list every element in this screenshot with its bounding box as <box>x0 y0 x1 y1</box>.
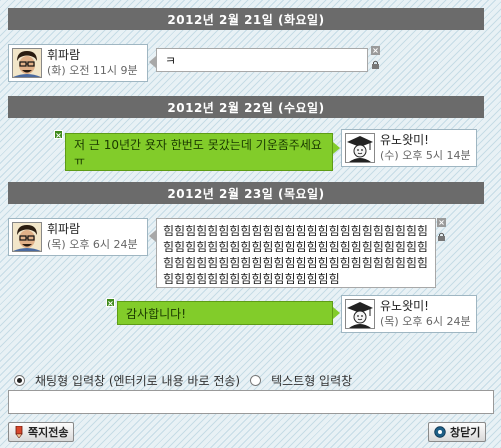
message-bubble: 힘힘힘힘힘힘힘힘힘힘힘힘힘힘힘힘힘힘힘힘힘힘힘힘힘힘힘힘힘힘힘힘힘힘힘힘힘힘힘힘… <box>156 218 436 288</box>
bubble-tail <box>333 307 340 319</box>
radio-selected-dot <box>17 378 22 383</box>
close-icon[interactable]: × <box>106 298 115 308</box>
radio-chat-mode[interactable] <box>14 375 25 386</box>
sender-name: 유노왓미! <box>380 133 429 147</box>
message-time: (화) 오전 11시 9분 <box>47 64 138 77</box>
close-icon[interactable]: × <box>54 130 63 140</box>
text-mode-label[interactable]: 텍스트형 입력창 <box>271 372 352 389</box>
message-text: 저 근 10년간 욧자 한번도 못갔는데 기운좀주세요 ㅠ <box>74 138 322 168</box>
sender-profile[interactable]: 유노왓미! (목) 오후 6시 24분 <box>341 295 477 333</box>
message-text: 감사합니다! <box>126 307 187 321</box>
message-time: (목) 오후 6시 24분 <box>47 238 138 251</box>
bubble-tail <box>149 56 156 68</box>
sender-name: 유노왓미! <box>380 299 429 313</box>
message-bubble: ㅋ <box>156 48 368 72</box>
sender-profile[interactable]: 휘파람 (목) 오후 6시 24분 <box>8 218 148 256</box>
chat-input[interactable] <box>8 390 494 414</box>
pencil-icon <box>15 426 23 438</box>
lock-icon[interactable] <box>437 232 446 241</box>
avatar <box>12 48 42 78</box>
date-header: 2012년 2월 21일 (화요일) <box>8 8 484 30</box>
sender-name: 휘파람 <box>47 48 81 62</box>
close-circle-icon <box>434 426 446 438</box>
close-icon[interactable]: × <box>437 218 446 227</box>
message-bubble: 저 근 10년간 욧자 한번도 못갔는데 기운좀주세요 ㅠ <box>65 133 333 171</box>
sender-profile[interactable]: 휘파람 (화) 오전 11시 9분 <box>8 44 148 82</box>
message-bubble: 감사합니다! <box>117 301 333 325</box>
man-glasses-avatar-icon <box>13 223 41 251</box>
message-time: (목) 오후 6시 24분 <box>380 315 471 328</box>
date-header: 2012년 2월 23일 (목요일) <box>8 182 484 204</box>
lock-icon[interactable] <box>371 60 380 69</box>
message-text: 힘힘힘힘힘힘힘힘힘힘힘힘힘힘힘힘힘힘힘힘힘힘힘힘힘힘힘힘힘힘힘힘힘힘힘힘힘힘힘힘… <box>163 224 428 286</box>
graduate-avatar-icon <box>346 134 374 162</box>
man-glasses-avatar-icon <box>13 49 41 77</box>
graduate-avatar-icon <box>346 300 374 328</box>
close-icon[interactable]: × <box>371 46 380 55</box>
bubble-tail <box>149 230 156 242</box>
chat-mode-label[interactable]: 채팅형 입력창 (엔터키로 내용 바로 전송) <box>35 372 240 389</box>
bubble-tail <box>333 142 340 154</box>
message-time: (수) 오후 5시 14분 <box>380 149 471 162</box>
send-note-button[interactable]: 쪽지전송 <box>8 422 75 442</box>
input-mode-selector: 채팅형 입력창 (엔터키로 내용 바로 전송) 텍스트형 입력창 <box>14 372 352 389</box>
sender-name: 휘파람 <box>47 222 81 236</box>
avatar <box>345 299 375 329</box>
radio-text-mode[interactable] <box>250 375 262 386</box>
close-window-label: 창닫기 <box>450 426 481 439</box>
send-note-label: 쪽지전송 <box>28 426 69 439</box>
avatar <box>12 222 42 252</box>
sender-profile[interactable]: 유노왓미! (수) 오후 5시 14분 <box>341 129 477 167</box>
date-header: 2012년 2월 22일 (수요일) <box>8 96 484 118</box>
avatar <box>345 133 375 163</box>
close-window-button[interactable]: 창닫기 <box>428 422 487 442</box>
message-text: ㅋ <box>165 54 177 68</box>
